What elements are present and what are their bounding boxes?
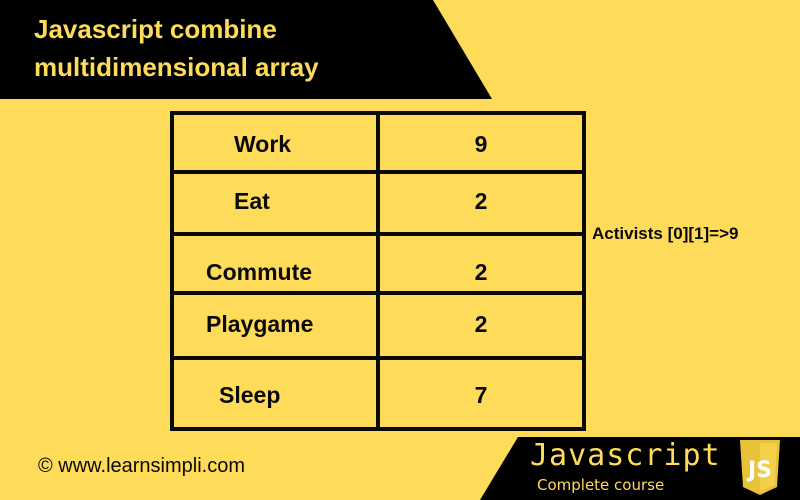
js-shield-icon: JS <box>740 440 780 495</box>
title-line-2: multidimensional array <box>34 52 319 82</box>
hours-cell: 9 <box>474 131 488 157</box>
activity-cell: Work <box>234 131 292 157</box>
activities-table: Work 9 Eat 2 Commute 2 Playgame 2 Sleep … <box>170 111 586 431</box>
js-logo-text: JS <box>746 458 772 483</box>
activity-cell: Eat <box>234 188 270 214</box>
hours-cell: 7 <box>474 382 488 408</box>
hours-cell: 2 <box>474 311 488 337</box>
activity-cell: Sleep <box>219 382 281 408</box>
hours-cell: 2 <box>474 188 488 214</box>
course-title: Javascript <box>530 438 721 473</box>
activity-cell: Commute <box>206 259 313 285</box>
title-line-1: Javascript combine <box>34 14 277 44</box>
copyright-link[interactable]: © www.learnsimpli.com <box>38 455 245 478</box>
column-divider <box>376 115 380 427</box>
course-subtitle: Complete course <box>537 476 665 494</box>
index-annotation: Activists [0][1]=>9 <box>592 224 739 243</box>
page-title: Javascript combine multidimensional arra… <box>34 10 319 86</box>
hours-cell: 2 <box>474 259 488 285</box>
activity-cell: Playgame <box>206 311 314 337</box>
